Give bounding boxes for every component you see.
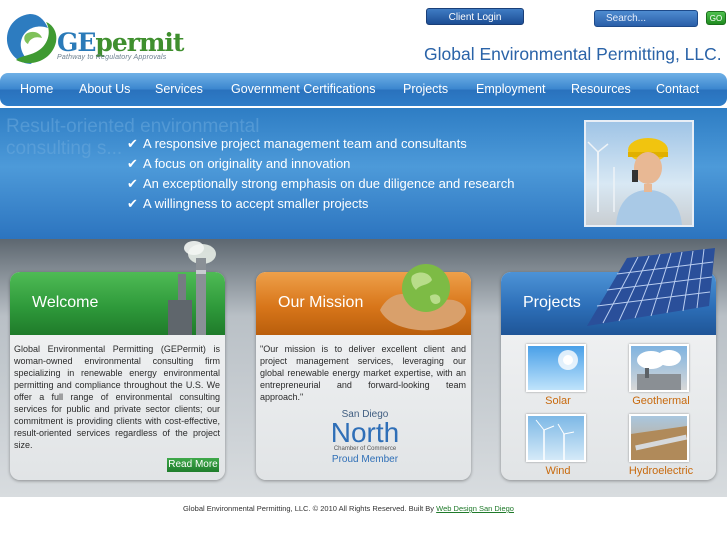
mission-title: Our Mission xyxy=(278,294,364,311)
logo-permit[interactable]: permit xyxy=(95,28,184,57)
search-input[interactable]: Search... xyxy=(594,10,698,27)
mission-body: "Our mission is to deliver excellent cli… xyxy=(260,344,466,402)
factory-icon xyxy=(168,241,216,335)
banner-bullet-text: A willingness to accept smaller projects xyxy=(143,196,369,211)
project-label-solar[interactable]: Solar xyxy=(526,395,590,407)
site-title: Global Environmental Permitting, LLC. xyxy=(424,44,722,64)
hydroelectric-thumbnail[interactable] xyxy=(629,414,689,462)
logo-text[interactable]: GEpermit xyxy=(57,28,184,57)
nav-projects[interactable]: Projects xyxy=(403,73,448,106)
go-button[interactable]: GO xyxy=(706,11,726,25)
mission-panel: Our Mission "Our mission is to deliver e… xyxy=(256,264,471,480)
check-icon: ✔ xyxy=(127,156,138,171)
nav-home[interactable]: Home xyxy=(20,73,53,106)
nav-contact[interactable]: Contact xyxy=(656,73,699,106)
project-label-wind[interactable]: Wind xyxy=(526,465,590,477)
check-icon: ✔ xyxy=(127,176,138,191)
solar-panels-icon xyxy=(587,248,715,326)
globe-in-hands-icon xyxy=(380,264,466,331)
welcome-body: Global Environmental Permitting (GEPermi… xyxy=(14,344,220,450)
badge-line-4: Proud Member xyxy=(331,454,399,465)
banner-bullet: ✔ An exceptionally strong emphasis on due… xyxy=(127,176,514,192)
nav-about-us[interactable]: About Us xyxy=(79,73,130,106)
projects-panel: Projects Solar Geothermal Wind Hydroelec… xyxy=(501,248,716,480)
geothermal-thumbnail[interactable] xyxy=(629,344,689,392)
banner-bullet-text: A responsive project management team and… xyxy=(143,136,467,151)
project-label-geothermal[interactable]: Geothermal xyxy=(625,395,697,407)
banner-bullet-text: A focus on originality and innovation xyxy=(143,156,351,171)
read-more-button[interactable]: Read More xyxy=(167,458,219,472)
nav-services[interactable]: Services xyxy=(155,73,203,106)
chamber-badge[interactable]: San Diego North Chamber of Commerce Prou… xyxy=(320,409,410,466)
nav-government-certifications[interactable]: Government Certifications xyxy=(231,73,376,106)
welcome-panel: Welcome Global Environmental Permitting … xyxy=(10,241,225,480)
banner-bullet-text: An exceptionally strong emphasis on due … xyxy=(143,176,515,191)
solar-thumbnail[interactable] xyxy=(526,344,586,392)
logo-ge[interactable]: GE xyxy=(57,28,96,57)
nav-resources[interactable]: Resources xyxy=(571,73,631,106)
project-label-hydroelectric[interactable]: Hydroelectric xyxy=(625,465,697,477)
projects-title: Projects xyxy=(523,294,581,311)
client-login-button[interactable]: Client Login xyxy=(426,8,524,25)
gepermit-logo-icon[interactable] xyxy=(2,10,58,68)
wind-thumbnail[interactable] xyxy=(526,414,586,462)
nav-employment[interactable]: Employment xyxy=(476,73,545,106)
banner-bullet: ✔ A willingness to accept smaller project… xyxy=(127,196,368,212)
banner-bullet: ✔ A responsive project management team an… xyxy=(127,136,467,152)
footer-copyright: Global Environmental Permitting, LLC. © … xyxy=(183,504,435,513)
banner-bullet: ✔ A focus on originality and innovation xyxy=(127,156,350,172)
check-icon: ✔ xyxy=(127,196,138,211)
banner-ghost-line-1: Result-oriented environmental xyxy=(6,116,260,137)
check-icon: ✔ xyxy=(127,136,138,151)
footer-web-design-link[interactable]: Web Design San Diego xyxy=(436,504,514,513)
welcome-title: Welcome xyxy=(32,294,99,311)
footer-text: Global Environmental Permitting, LLC. © … xyxy=(183,504,514,513)
main-nav: Home About Us Services Government Certif… xyxy=(0,73,727,106)
engineer-photo xyxy=(584,120,694,227)
badge-line-2: North xyxy=(330,417,400,448)
logo-tagline: Pathway to Regulatory Approvals xyxy=(57,54,167,61)
